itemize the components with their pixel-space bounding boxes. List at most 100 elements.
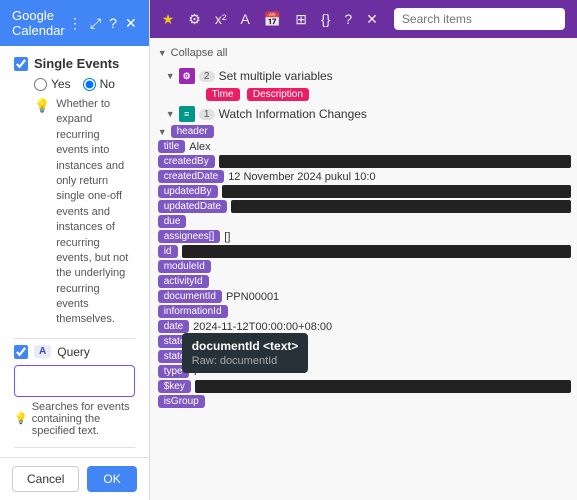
help-icon[interactable]: ? <box>109 15 117 31</box>
cancel-button[interactable]: Cancel <box>12 466 79 492</box>
instate-badge: 1 <box>199 109 215 120</box>
id-value <box>182 245 571 258</box>
query-tag: A <box>34 345 51 358</box>
title-value: Alex <box>189 141 571 153</box>
ok-button[interactable]: OK <box>87 466 136 492</box>
hint-icon: 💡 <box>34 98 50 114</box>
search-input[interactable] <box>394 8 565 30</box>
prop-activityid: activityId <box>158 274 571 289</box>
instate-triangle-icon[interactable]: ▼ <box>166 109 175 119</box>
collapse-triangle-icon[interactable]: ▼ <box>158 48 167 58</box>
tools-tags-row: Time Description <box>158 86 571 102</box>
description-tag[interactable]: Description <box>247 88 309 101</box>
calendar-icon[interactable]: 📅 <box>260 9 285 30</box>
footer-buttons: Cancel OK <box>0 457 149 500</box>
text-icon[interactable]: A <box>237 9 254 29</box>
prop-documentid: documentId PPN00001 <box>158 289 571 304</box>
query-checkbox[interactable] <box>14 345 28 359</box>
collapse-all-row: ▼ Collapse all <box>158 44 571 62</box>
updateddate-tag[interactable]: updatedDate <box>158 200 227 213</box>
single-events-label: Single Events <box>34 56 119 71</box>
tools-triangle-icon[interactable]: ▼ <box>166 71 175 81</box>
prop-createdby: createdBy <box>158 154 571 169</box>
instate-icon: ≡ <box>179 106 195 122</box>
radio-group: Yes No <box>34 77 135 91</box>
tools-node: ▼ ⚙ 2 Set multiple variables <box>158 66 571 86</box>
prop-informationid: informationId <box>158 304 571 319</box>
title-tag[interactable]: title <box>158 140 186 153</box>
documentid-tag[interactable]: documentId <box>158 290 222 303</box>
left-panel: Google Calendar ⋮ ⤢ ? ✕ Single Events Ye… <box>0 0 150 500</box>
isgroup-tag[interactable]: isGroup <box>158 395 205 408</box>
prop-createddate: createdDate 12 November 2024 pukul 10:0 <box>158 169 571 184</box>
query-hint-icon: 💡 <box>14 412 28 425</box>
expand-icon[interactable]: ⤢ <box>90 15 101 32</box>
query-label: Query <box>57 345 107 359</box>
createdby-tag[interactable]: createdBy <box>158 155 215 168</box>
radio-yes-label: Yes <box>34 77 71 91</box>
query-input[interactable] <box>14 365 135 397</box>
tooltip-title: documentId <text> <box>192 339 299 353</box>
left-panel-title: Google Calendar <box>12 8 68 38</box>
single-events-checkbox[interactable] <box>14 57 28 71</box>
updatedby-tag[interactable]: updatedBy <box>158 185 218 198</box>
tools-badge: 2 <box>199 71 215 82</box>
right-content-wrapper: ▼ Collapse all ▼ ⚙ 2 Set multiple variab… <box>150 38 577 500</box>
updatedby-value <box>222 185 571 198</box>
instate-node: ▼ ≡ 1 Watch Information Changes <box>158 104 571 124</box>
tooltip-raw: Raw: documentId <box>192 355 299 367</box>
radio-yes[interactable] <box>34 78 47 91</box>
activityid-tag[interactable]: activityId <box>158 275 209 288</box>
header-tag[interactable]: header <box>171 125 214 138</box>
informationid-tag[interactable]: informationId <box>158 305 228 318</box>
right-close-icon[interactable]: ✕ <box>362 9 382 30</box>
date-value: 2024-11-12T00:00:00+08:00 <box>193 321 571 333</box>
radio-no[interactable] <box>83 78 96 91</box>
left-content: Single Events Yes No 💡 Whether to expand… <box>0 46 149 457</box>
time-tag[interactable]: Time <box>206 88 240 101</box>
due-tag[interactable]: due <box>158 215 187 228</box>
menu-icon[interactable]: ⋮ <box>68 15 82 32</box>
prop-id: id <box>158 244 571 259</box>
x-squared-icon[interactable]: x² <box>211 9 231 29</box>
prop-title: title Alex <box>158 139 571 154</box>
right-panel: ★ ⚙ x² A 📅 ⊞ {} ? ✕ ▼ Collapse all ▼ ⚙ 2… <box>150 0 577 500</box>
prop-date: date 2024-11-12T00:00:00+08:00 <box>158 319 571 334</box>
brackets-icon[interactable]: {} <box>317 9 334 29</box>
single-events-section: Single Events Yes No 💡 Whether to expand… <box>14 56 135 328</box>
radio-yes-text: Yes <box>51 77 71 91</box>
table-icon[interactable]: ⊞ <box>291 9 311 30</box>
divider-1 <box>14 338 135 339</box>
prop-assignees: assignees[] [] <box>158 229 571 244</box>
query-section: A Query 💡 Searches for events containing… <box>14 345 135 437</box>
createddate-value: 12 November 2024 pukul 10:0 <box>228 171 571 183</box>
updateddate-value <box>231 200 571 213</box>
divider-2 <box>14 447 135 448</box>
prop-key: $key <box>158 379 571 394</box>
assignees-value: [] <box>224 231 571 243</box>
star-icon[interactable]: ★ <box>158 9 179 30</box>
query-hint: Searches for events containing the speci… <box>32 401 135 437</box>
documentid-value: PPN00001 <box>226 291 571 303</box>
query-hint-row: 💡 Searches for events containing the spe… <box>14 401 135 437</box>
prop-updatedby: updatedBy <box>158 184 571 199</box>
createdby-value <box>219 155 571 168</box>
left-header-icons: ⋮ ⤢ ? ✕ <box>68 15 137 32</box>
date-tag[interactable]: date <box>158 320 189 333</box>
key-tag[interactable]: $key <box>158 380 191 393</box>
right-header: ★ ⚙ x² A 📅 ⊞ {} ? ✕ <box>150 0 577 38</box>
prop-due: due <box>158 214 571 229</box>
gear-icon[interactable]: ⚙ <box>184 9 205 30</box>
close-icon[interactable]: ✕ <box>125 15 137 32</box>
prop-header: ▼ header <box>158 124 571 139</box>
right-help-icon[interactable]: ? <box>340 9 356 29</box>
tools-icon: ⚙ <box>179 68 195 84</box>
key-value <box>195 380 571 393</box>
moduleid-tag[interactable]: moduleId <box>158 260 211 273</box>
id-tag[interactable]: id <box>158 245 178 258</box>
assignees-tag[interactable]: assignees[] <box>158 230 221 243</box>
prop-updateddate: updatedDate <box>158 199 571 214</box>
collapse-all-text[interactable]: Collapse all <box>171 47 228 59</box>
createddate-tag[interactable]: createdDate <box>158 170 224 183</box>
header-tri-icon[interactable]: ▼ <box>158 127 167 137</box>
